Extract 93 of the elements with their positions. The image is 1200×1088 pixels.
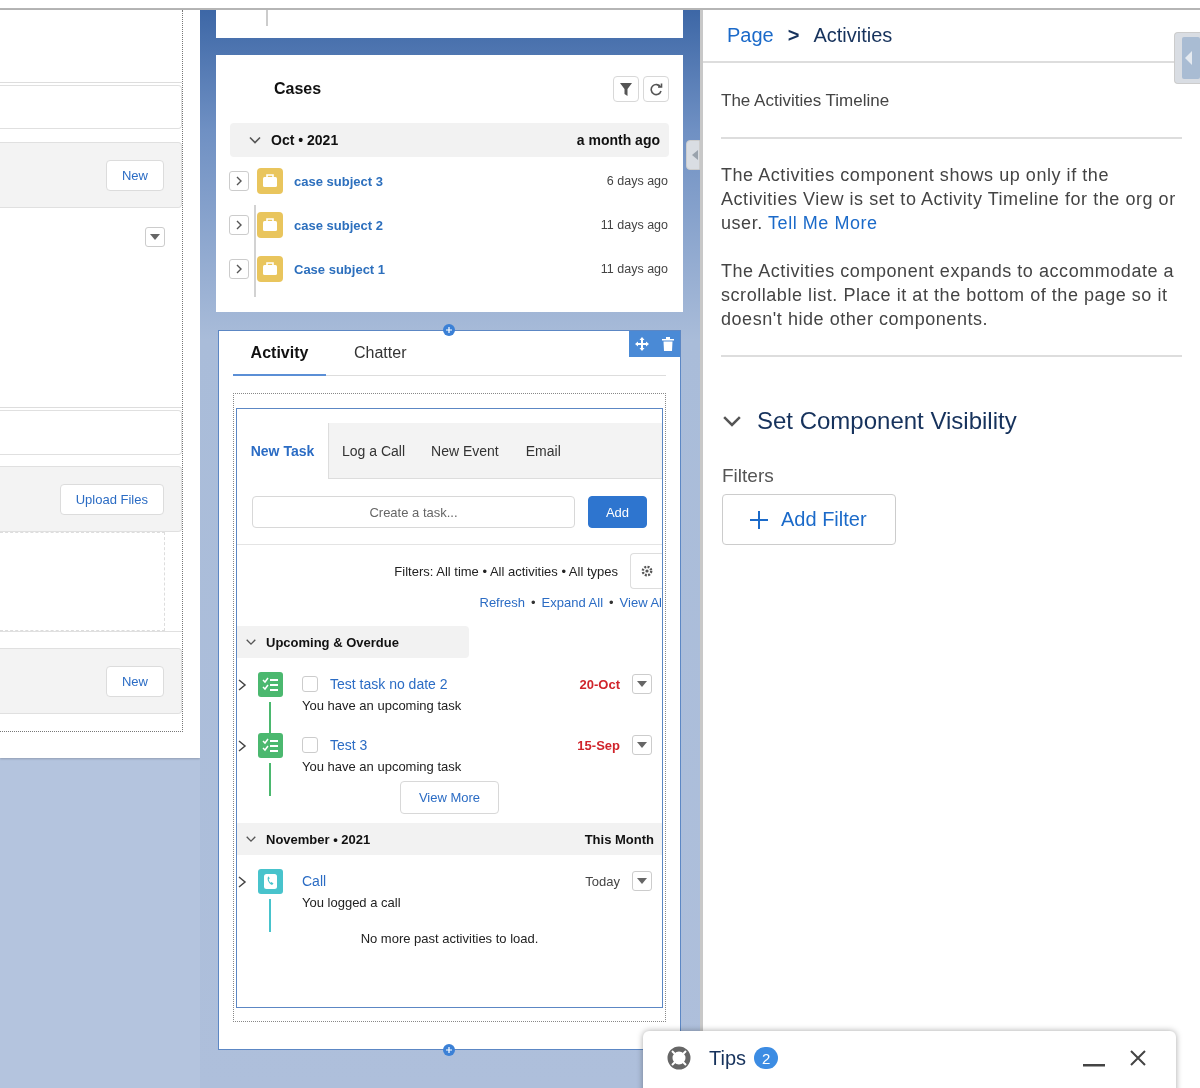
- group-header[interactable]: November • 2021 This Month: [237, 823, 662, 855]
- dropdown-button[interactable]: [145, 227, 165, 247]
- refresh-icon: [649, 82, 663, 96]
- group-summary: This Month: [584, 831, 654, 847]
- activity-description: You logged a call: [302, 895, 402, 910]
- group-summary: a month ago: [576, 132, 660, 148]
- funnel-icon: [620, 82, 632, 96]
- add-filter-button[interactable]: Add Filter: [722, 494, 896, 545]
- expand-icon[interactable]: [237, 739, 247, 753]
- upload-files-button[interactable]: Upload Files: [59, 483, 164, 515]
- activity-link[interactable]: Test task no date 2: [330, 676, 448, 692]
- dropdown-button[interactable]: [632, 871, 652, 891]
- breadcrumb-current: Activities: [813, 24, 893, 47]
- move-icon[interactable]: [635, 337, 650, 351]
- tab[interactable]: Chatter: [338, 332, 423, 376]
- case-link[interactable]: Case subject 1: [294, 261, 386, 277]
- empty-message: No more past activities to load.: [359, 931, 540, 946]
- expand-icon[interactable]: [237, 875, 247, 889]
- view-more-button[interactable]: View More: [400, 781, 499, 814]
- add-component-icon[interactable]: [443, 1044, 455, 1056]
- chevron-icon: [235, 264, 243, 274]
- case-age: 6 days ago: [606, 174, 668, 188]
- section-title[interactable]: Set Component Visibility: [757, 407, 1017, 435]
- refresh-button[interactable]: [643, 76, 669, 102]
- collapse-handle[interactable]: [1174, 32, 1200, 84]
- checklist-icon: [258, 672, 283, 697]
- case-link[interactable]: case subject 2: [294, 217, 383, 233]
- case-link[interactable]: case subject 3: [294, 173, 383, 189]
- filter-link[interactable]: Expand All: [541, 594, 604, 610]
- card-title: Cases: [274, 80, 323, 98]
- separator-dot: •: [609, 594, 614, 610]
- phone-icon: [258, 869, 283, 894]
- chevron-icon: [235, 176, 243, 186]
- activity-date: Today: [585, 873, 620, 889]
- help-text: The Activities component expands to accommodate a scrollable list. Place it at the bottom of the page so it doesn't hide other components.: [721, 260, 1176, 331]
- group-title: Upcoming & Overdue: [266, 634, 399, 650]
- briefcase-icon: [257, 168, 283, 194]
- tab[interactable]: Email: [511, 423, 575, 478]
- breadcrumb-link[interactable]: Page: [727, 24, 774, 47]
- dropdown-button[interactable]: [632, 674, 652, 694]
- checkbox[interactable]: [302, 676, 318, 692]
- group-header[interactable]: Upcoming & Overdue: [237, 626, 469, 658]
- caret-icon: [637, 877, 647, 885]
- group-title: Oct • 2021: [271, 132, 339, 148]
- tab[interactable]: Log a Call: [329, 423, 419, 478]
- expand-icon[interactable]: [237, 678, 247, 692]
- activity-date: 15-Sep: [577, 737, 620, 753]
- tips-title: Tips: [709, 1046, 747, 1070]
- activity-description: You have an upcoming task: [302, 698, 463, 713]
- separator-dot: •: [531, 594, 536, 610]
- task-input[interactable]: Create a task...: [252, 496, 575, 528]
- trash-icon[interactable]: [661, 337, 674, 351]
- plus-icon: [749, 509, 769, 530]
- tab[interactable]: Activity: [233, 332, 326, 376]
- help-text: The Activities component shows up only if the Activities View is set to Activity Timeline for the org or user. Tell Me More: [721, 164, 1177, 235]
- new-button[interactable]: New: [106, 665, 164, 697]
- case-age: 11 days ago: [600, 262, 668, 276]
- tab[interactable]: New Task: [237, 423, 329, 479]
- gear-icon: [639, 564, 654, 578]
- caret-icon: [637, 680, 647, 688]
- activity-link[interactable]: Call: [302, 873, 327, 889]
- caret-icon: [150, 233, 160, 241]
- tab[interactable]: New Event: [418, 423, 512, 478]
- briefcase-icon: [257, 256, 283, 282]
- filters-label: Filters: [722, 465, 775, 487]
- group-title: November • 2021: [266, 831, 371, 847]
- close-button[interactable]: [1130, 1050, 1146, 1066]
- activity-date: 20-Oct: [579, 676, 620, 692]
- collapse-handle[interactable]: [686, 140, 700, 170]
- minimize-icon: [1083, 1063, 1105, 1067]
- arrow-icon: [691, 150, 699, 160]
- filter-link[interactable]: View Al: [619, 594, 662, 610]
- activity-description: You have an upcoming task: [302, 759, 463, 774]
- breadcrumb-separator: >: [787, 24, 800, 47]
- add-button[interactable]: Add: [588, 496, 647, 528]
- close-icon: [1130, 1050, 1146, 1066]
- filter-button[interactable]: [613, 76, 639, 102]
- case-age: 11 days ago: [600, 218, 668, 232]
- tell-me-more-link[interactable]: Tell Me More: [768, 213, 878, 233]
- settings-button[interactable]: [630, 553, 662, 589]
- minimize-button[interactable]: [1083, 1063, 1105, 1067]
- activity-link[interactable]: Test 3: [330, 737, 368, 753]
- group-header[interactable]: Oct • 2021 a month ago: [230, 123, 669, 157]
- dropdown-button[interactable]: [632, 735, 652, 755]
- checkbox[interactable]: [302, 737, 318, 753]
- filters-text: Filters: All time • All activities • All types: [394, 563, 618, 579]
- new-button[interactable]: New: [106, 159, 164, 191]
- caret-icon: [637, 741, 647, 749]
- filter-link[interactable]: Refresh: [479, 594, 526, 610]
- chevron-icon: [235, 220, 243, 230]
- lifebuoy-icon: [667, 1046, 691, 1070]
- count-badge: 2: [754, 1047, 779, 1069]
- briefcase-icon: [257, 212, 283, 238]
